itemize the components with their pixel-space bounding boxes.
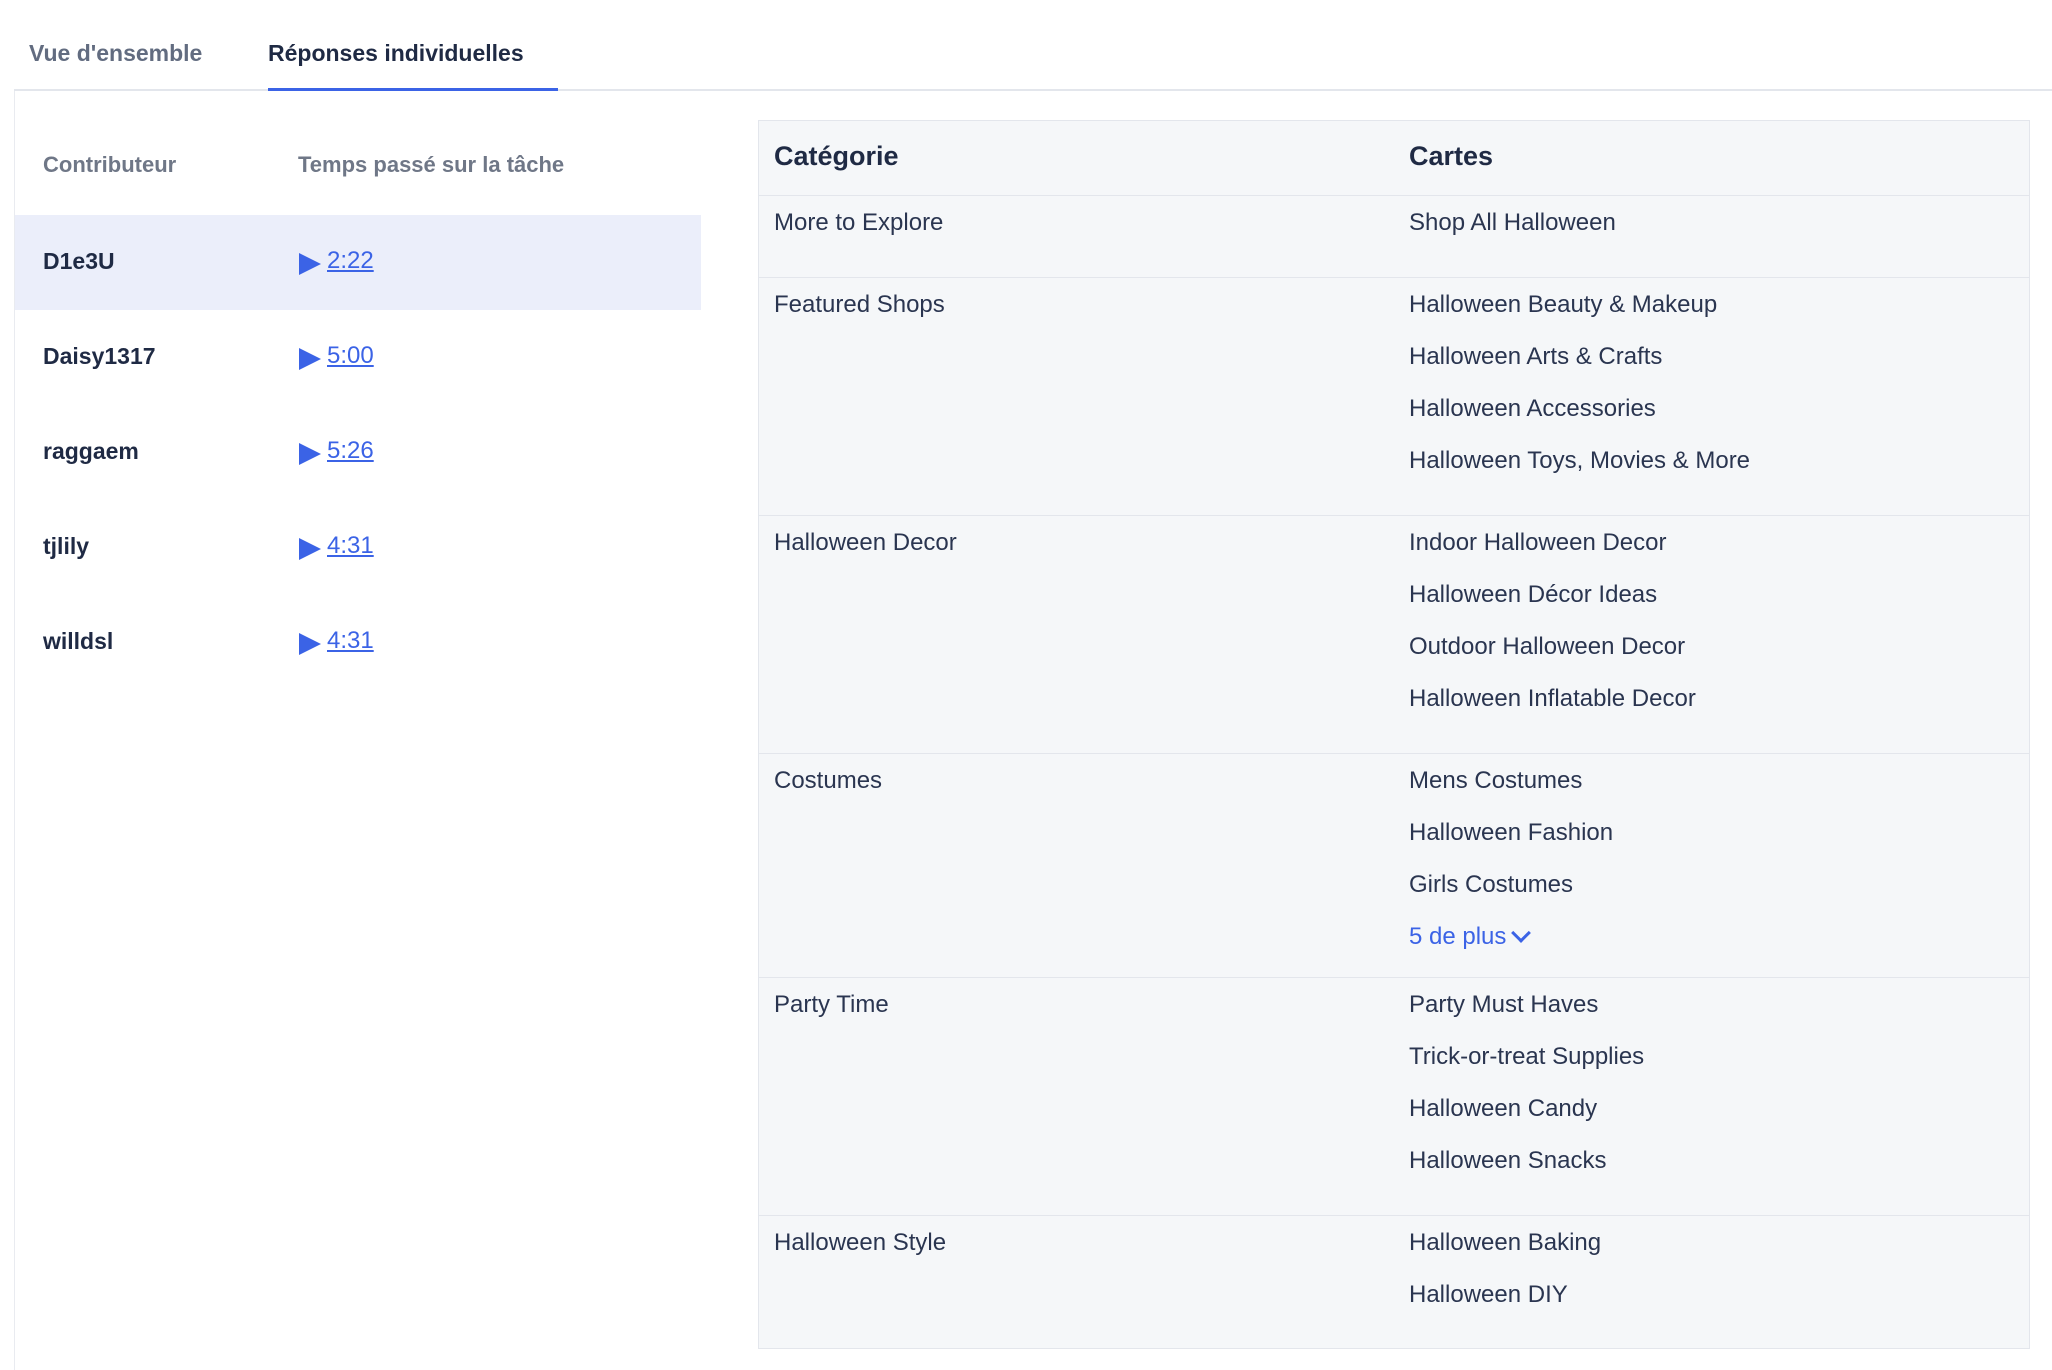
card-item: Halloween Toys, Movies & More xyxy=(1409,447,1751,474)
card-item: Halloween Baking xyxy=(1409,1229,1602,1256)
contributor-name: raggaem xyxy=(43,438,139,464)
category-name: Party Time xyxy=(774,991,889,1018)
card-item: Halloween Beauty & Makeup xyxy=(1409,291,1718,318)
card-item: Party Must Haves xyxy=(1409,991,1599,1018)
card-item: Halloween Arts & Crafts xyxy=(1409,343,1663,370)
card-item: Outdoor Halloween Decor xyxy=(1409,633,1686,660)
contributor-row[interactable]: Daisy1317 5:00 xyxy=(15,310,701,405)
cards-list: Party Must Haves Trick-or-treat Supplies H… xyxy=(1409,991,1644,1199)
card-item: Trick-or-treat Supplies xyxy=(1409,1043,1645,1070)
contributor-name: tjlily xyxy=(43,533,90,559)
table-row: Featured Shops Halloween Beauty & Makeup H… xyxy=(759,277,2029,516)
play-icon[interactable] xyxy=(299,633,321,655)
category-name: Featured Shops xyxy=(774,291,945,318)
cards-list: Halloween Baking Halloween DIY xyxy=(1409,1229,1601,1333)
card-item: Shop All Halloween xyxy=(1409,209,1616,236)
table-row: Party Time Party Must Haves Trick-or-treat… xyxy=(759,977,2029,1216)
category-name: Halloween Decor xyxy=(774,529,957,556)
category-name: More to Explore xyxy=(774,209,944,236)
contributor-row[interactable]: willdsl 4:31 xyxy=(15,595,701,690)
table-header: Catégorie Cartes xyxy=(759,121,2029,196)
category-name: Costumes xyxy=(774,767,883,794)
table-row: Costumes Mens Costumes Halloween Fashion Gi… xyxy=(759,753,2029,978)
time-column-header: Temps passé sur la tâche xyxy=(298,152,565,177)
contributor-row[interactable]: D1e3U 2:22 xyxy=(15,215,701,310)
card-item: Halloween Inflatable Decor xyxy=(1409,685,1696,712)
card-item: Halloween Fashion xyxy=(1409,819,1614,846)
table-row: More to Explore Shop All Halloween xyxy=(759,195,2029,278)
play-icon[interactable] xyxy=(299,253,321,275)
play-icon[interactable] xyxy=(299,443,321,465)
card-item: Halloween Candy xyxy=(1409,1095,1598,1122)
chevron-down-icon xyxy=(1511,923,1532,943)
tab-individual-responses[interactable]: Réponses individuelles xyxy=(268,40,524,67)
contributor-row[interactable]: tjlily 4:31 xyxy=(15,500,701,595)
time-link[interactable]: 4:31 xyxy=(327,532,374,560)
show-more-label: 5 de plus xyxy=(1409,923,1507,950)
cards-list: Shop All Halloween xyxy=(1409,209,1616,261)
category-table: Catégorie Cartes More to Explore Shop All… xyxy=(758,120,2030,1349)
cards-list: Indoor Halloween Decor Halloween Décor Id… xyxy=(1409,529,1696,737)
show-more-button[interactable]: 5 de plus xyxy=(1409,923,1532,951)
play-icon[interactable] xyxy=(299,538,321,560)
card-item: Halloween Snacks xyxy=(1409,1147,1607,1174)
contributor-name: willdsl xyxy=(43,628,114,654)
contributor-row[interactable]: raggaem 5:26 xyxy=(15,405,701,500)
contributor-column-header: Contributeur xyxy=(43,152,177,177)
card-item: Halloween DIY xyxy=(1409,1281,1568,1308)
time-link[interactable]: 5:00 xyxy=(327,342,374,370)
table-row: Halloween Style Halloween Baking Halloween… xyxy=(759,1215,2029,1348)
time-link[interactable]: 5:26 xyxy=(327,437,374,465)
contributor-name: D1e3U xyxy=(43,248,115,274)
time-link[interactable]: 2:22 xyxy=(327,247,374,275)
contributor-name: Daisy1317 xyxy=(43,343,156,369)
card-item: Halloween Décor Ideas xyxy=(1409,581,1658,608)
category-column-header: Catégorie xyxy=(774,141,899,171)
cards-list: Halloween Beauty & Makeup Halloween Arts … xyxy=(1409,291,1750,499)
play-icon[interactable] xyxy=(299,348,321,370)
card-item: Girls Costumes xyxy=(1409,871,1574,898)
cards-list: Mens Costumes Halloween Fashion Girls Cost… xyxy=(1409,767,1613,951)
tab-overview[interactable]: Vue d'ensemble xyxy=(29,40,202,67)
time-link[interactable]: 4:31 xyxy=(327,627,374,655)
card-item: Halloween Accessories xyxy=(1409,395,1656,422)
cards-column-header: Cartes xyxy=(1409,141,1494,171)
tab-bar: Vue d'ensemble Réponses individuelles xyxy=(14,0,2052,91)
active-tab-indicator xyxy=(268,88,558,91)
category-name: Halloween Style xyxy=(774,1229,947,1256)
table-row: Halloween Decor Indoor Halloween Decor Hal… xyxy=(759,515,2029,754)
card-item: Indoor Halloween Decor xyxy=(1409,529,1667,556)
card-item: Mens Costumes xyxy=(1409,767,1583,794)
